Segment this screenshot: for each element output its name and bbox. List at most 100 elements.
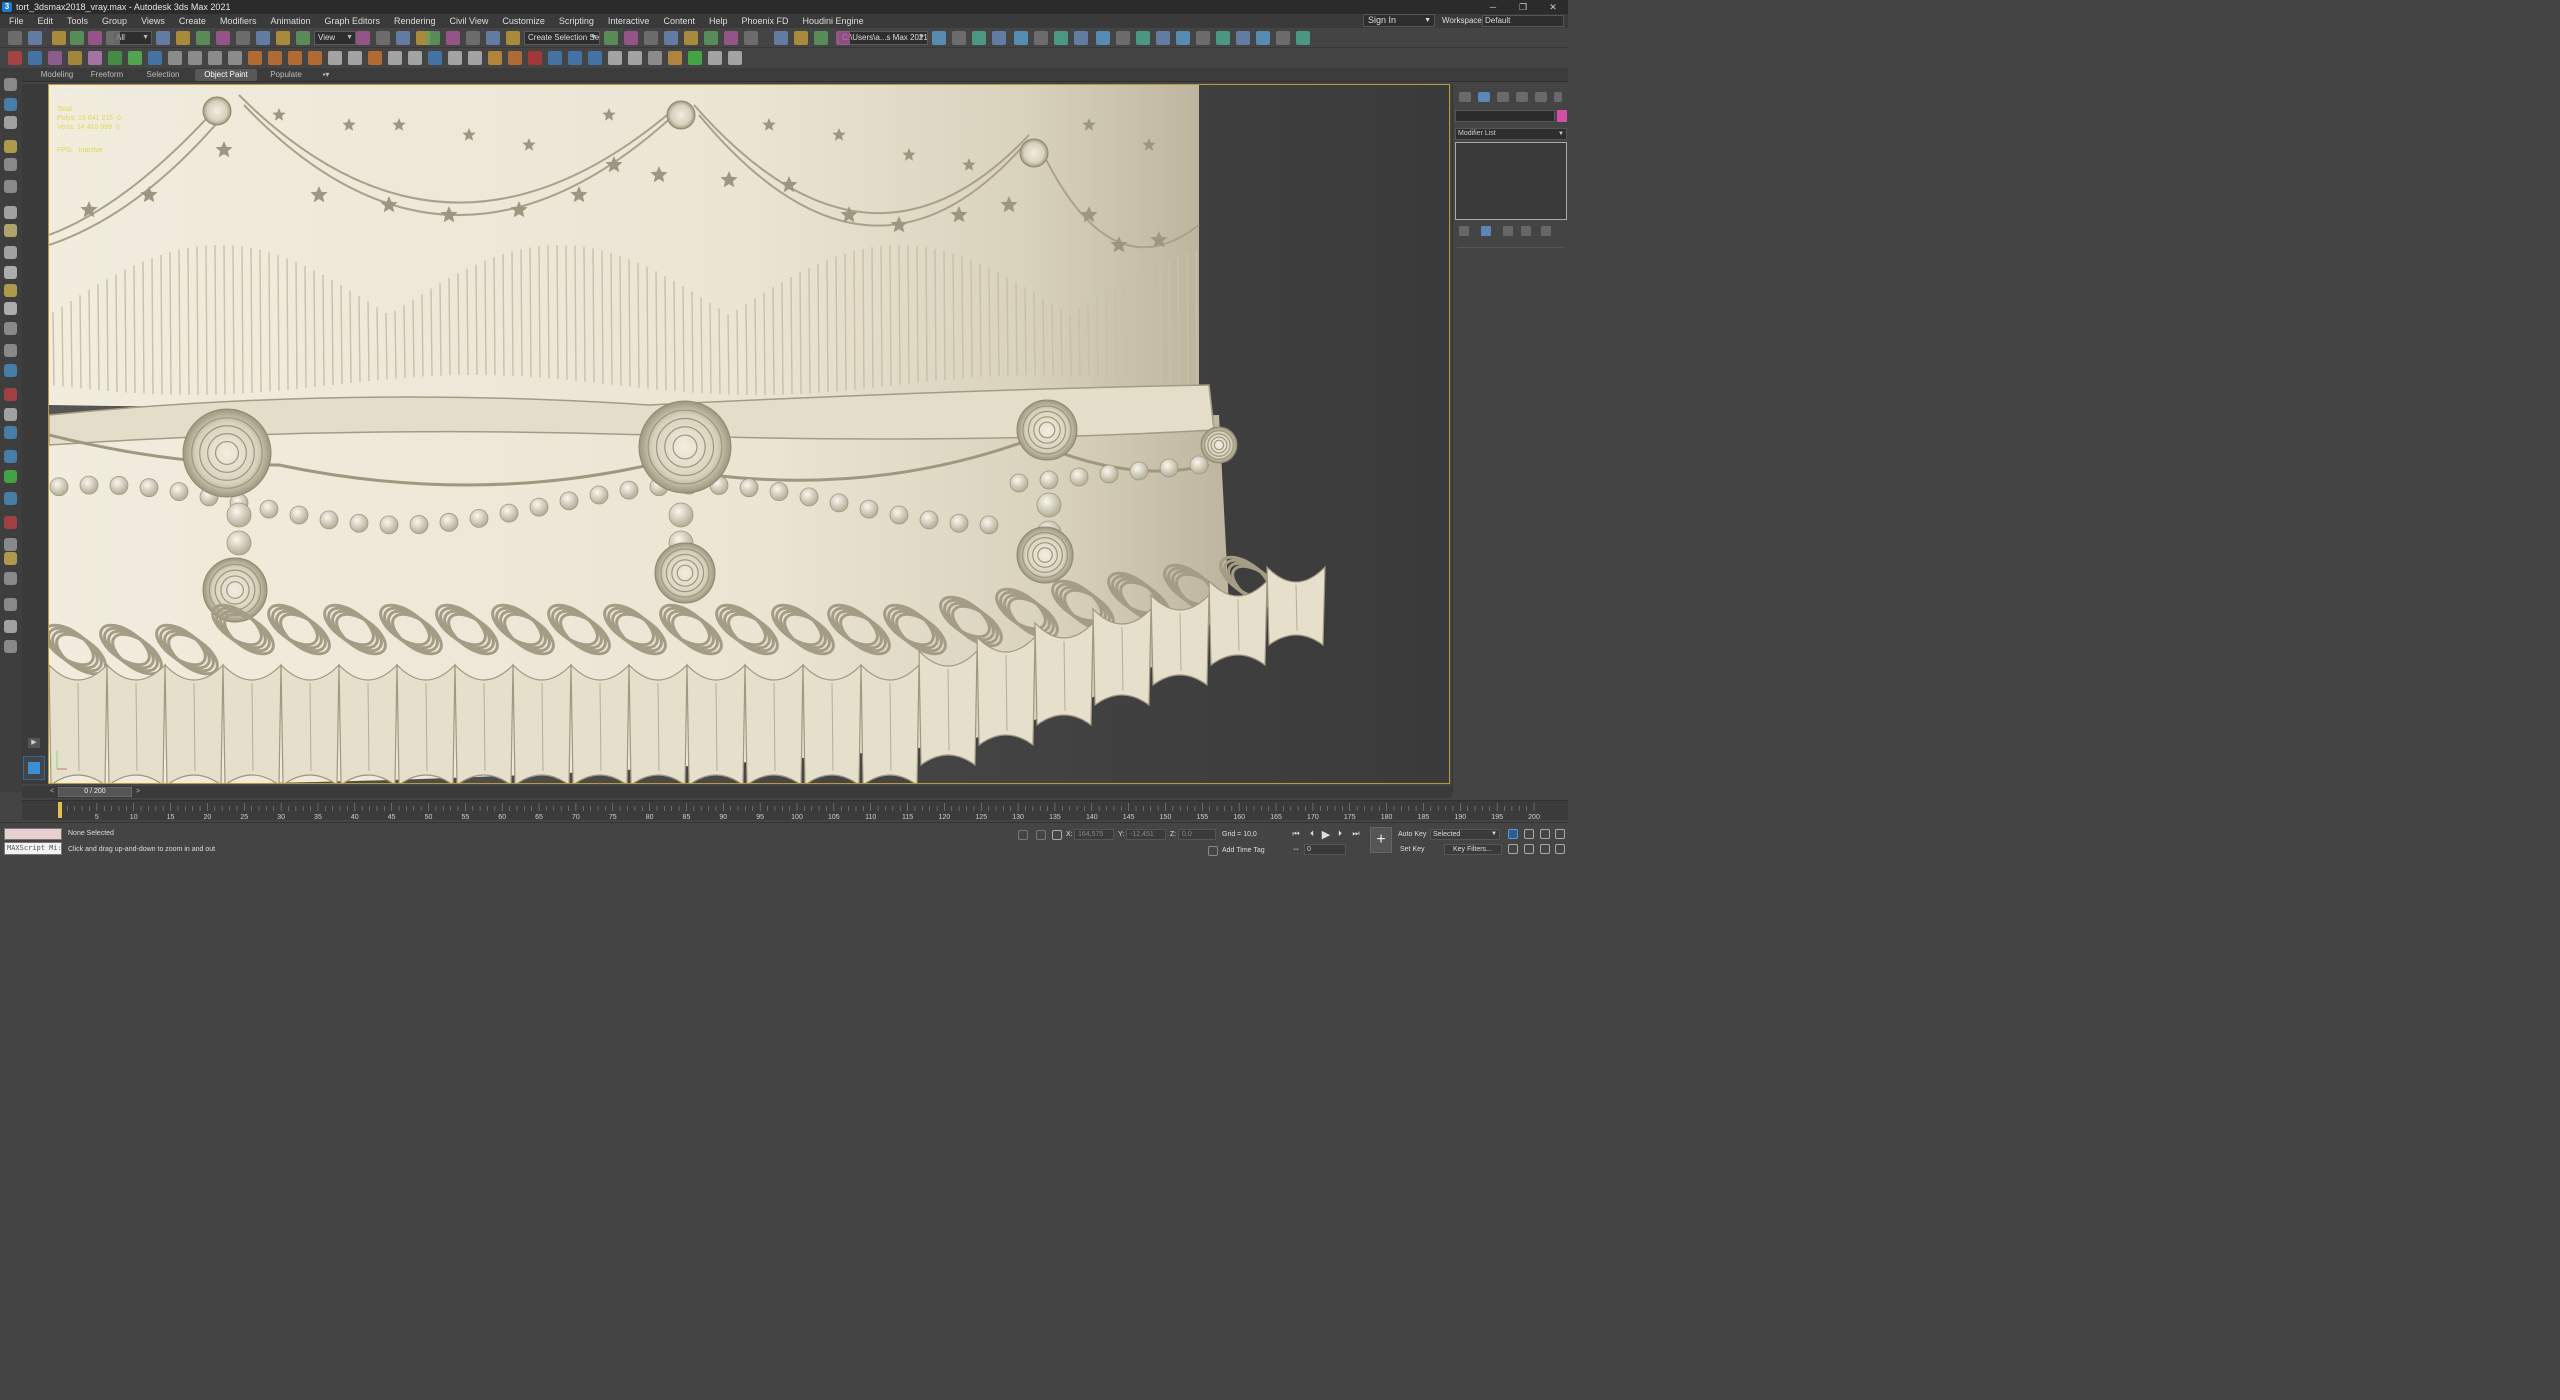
menu-graph-editors[interactable]: Graph Editors: [317, 16, 387, 26]
x-coord-field[interactable]: 164,575: [1074, 829, 1114, 840]
command-strip-tool-21-icon[interactable]: [4, 492, 17, 505]
tab-modeling[interactable]: Modeling: [32, 69, 82, 81]
align-icon[interactable]: [644, 31, 658, 45]
workspaces-dropdown[interactable]: Default: [1482, 15, 1564, 27]
command-strip-tool-2-icon[interactable]: [4, 98, 17, 111]
layer-explorer-icon[interactable]: [684, 31, 698, 45]
command-strip-tool-16-icon[interactable]: [4, 388, 17, 401]
toolbar2-tool-17-icon[interactable]: [328, 51, 342, 65]
toolbar2-tool-26-icon[interactable]: [508, 51, 522, 65]
toolbar2-tool-6-icon[interactable]: [108, 51, 122, 65]
snaps-icon[interactable]: [446, 31, 460, 45]
placement-icon[interactable]: [356, 31, 370, 45]
toolbar2-tool-16-icon[interactable]: [308, 51, 322, 65]
toolbar2-tool-22-icon[interactable]: [428, 51, 442, 65]
z-coord-field[interactable]: 0,0: [1178, 829, 1216, 840]
remove-modifier-icon[interactable]: [1521, 226, 1531, 236]
ref-coord-icon[interactable]: [376, 31, 390, 45]
toolbar2-tool-28-icon[interactable]: [548, 51, 562, 65]
plugin-tool-19-icon[interactable]: [1296, 31, 1310, 45]
menu-animation[interactable]: Animation: [263, 16, 317, 26]
command-strip-tool-9-icon[interactable]: [4, 246, 17, 259]
absolute-mode-icon[interactable]: [1052, 830, 1062, 840]
plugin-tool-11-icon[interactable]: [1136, 31, 1150, 45]
menu-group[interactable]: Group: [95, 16, 134, 26]
time-slider-prev-button[interactable]: <: [48, 786, 56, 798]
named-selection-dropdown[interactable]: Create Selection Se ▼: [524, 31, 600, 45]
command-strip-tool-19-icon[interactable]: [4, 450, 17, 463]
viewport-layout-button[interactable]: [23, 756, 45, 780]
command-strip-tool-4-icon[interactable]: [4, 140, 17, 153]
y-coord-field[interactable]: -12,451: [1126, 829, 1166, 840]
menu-phoenix-fd[interactable]: Phoenix FD: [735, 16, 796, 26]
command-strip-tool-22-icon[interactable]: [4, 516, 17, 529]
make-unique-icon[interactable]: [1503, 226, 1513, 236]
menu-interactive[interactable]: Interactive: [601, 16, 657, 26]
expand-icon[interactable]: ▶: [28, 738, 40, 748]
toolbar2-tool-15-icon[interactable]: [288, 51, 302, 65]
redo-icon[interactable]: [28, 31, 42, 45]
pan-icon[interactable]: [1524, 844, 1534, 854]
keyboard-shortcut-icon[interactable]: [426, 31, 440, 45]
scene-explorer-icon[interactable]: [664, 31, 678, 45]
command-strip-tool-17-icon[interactable]: [4, 408, 17, 421]
menu-rendering[interactable]: Rendering: [387, 16, 443, 26]
utilities-tab-icon[interactable]: [1554, 92, 1562, 102]
field-of-view-icon[interactable]: [1508, 844, 1518, 854]
sign-in-dropdown[interactable]: Sign In ▼: [1363, 14, 1435, 27]
maximize-viewport-icon[interactable]: [1555, 844, 1565, 854]
menu-views[interactable]: Views: [134, 16, 172, 26]
unlink-icon[interactable]: [70, 31, 84, 45]
command-strip-tool-23-icon[interactable]: [4, 538, 17, 551]
command-strip-tool-7-icon[interactable]: [4, 206, 17, 219]
previous-frame-icon[interactable]: ⏴: [1306, 829, 1318, 839]
hierarchy-tab-icon[interactable]: [1497, 92, 1509, 102]
toolbar2-tool-25-icon[interactable]: [488, 51, 502, 65]
selection-lock-icon[interactable]: [1036, 830, 1046, 840]
command-strip-tool-18-icon[interactable]: [4, 426, 17, 439]
command-strip-tool-26-icon[interactable]: [4, 598, 17, 611]
go-to-start-icon[interactable]: ⏮: [1290, 829, 1302, 839]
command-strip-tool-10-icon[interactable]: [4, 266, 17, 279]
orbit-icon[interactable]: [1540, 844, 1550, 854]
plugin-tool-4-icon[interactable]: [992, 31, 1006, 45]
track-bar[interactable]: 5 10 15 20 25 30 35 40 45 50 55 60 65 70 75 80 85 90 95 100…: [22, 800, 1568, 821]
time-slider-next-button[interactable]: >: [134, 786, 142, 798]
toolbar2-tool-30-icon[interactable]: [588, 51, 602, 65]
set-key-button[interactable]: Set Key: [1400, 846, 1425, 853]
edit-named-sel-icon[interactable]: [604, 31, 618, 45]
command-strip-tool-8-icon[interactable]: [4, 224, 17, 237]
command-strip-tool-3-icon[interactable]: [4, 116, 17, 129]
command-strip-tool-1-icon[interactable]: [4, 78, 17, 91]
filter-icon[interactable]: [156, 31, 170, 45]
menu-scripting[interactable]: Scripting: [552, 16, 601, 26]
menu-edit[interactable]: Edit: [31, 16, 61, 26]
toolbar2-tool-14-icon[interactable]: [268, 51, 282, 65]
plugin-tool-16-icon[interactable]: [1236, 31, 1250, 45]
toolbar2-tool-4-icon[interactable]: [68, 51, 82, 65]
menu-civil-view[interactable]: Civil View: [443, 16, 496, 26]
zoom-extents-icon[interactable]: [1540, 829, 1550, 839]
rect-selection-icon[interactable]: [216, 31, 230, 45]
toolbar2-tool-27-icon[interactable]: [528, 51, 542, 65]
menu-content[interactable]: Content: [656, 16, 702, 26]
isolate-selection-icon[interactable]: [1018, 830, 1028, 840]
select-object-icon[interactable]: [176, 31, 190, 45]
menu-tools[interactable]: Tools: [60, 16, 95, 26]
menu-houdini-engine[interactable]: Houdini Engine: [796, 16, 871, 26]
command-strip-tool-27-icon[interactable]: [4, 620, 17, 633]
toolbar2-tool-13-icon[interactable]: [248, 51, 262, 65]
link-icon[interactable]: [52, 31, 66, 45]
pivot-icon[interactable]: [396, 31, 410, 45]
object-name-field[interactable]: [1455, 110, 1555, 122]
toolbar2-tool-1-icon[interactable]: [8, 51, 22, 65]
menu-file[interactable]: File: [0, 16, 31, 26]
object-color-swatch[interactable]: [1557, 110, 1567, 122]
toolbar2-tool-5-icon[interactable]: [88, 51, 102, 65]
toolbar2-tool-8-icon[interactable]: [148, 51, 162, 65]
toolbar2-tool-19-icon[interactable]: [368, 51, 382, 65]
maxscript-mini-listener[interactable]: MAXScript Mi:: [4, 842, 62, 855]
plugin-tool-7-icon[interactable]: [1054, 31, 1068, 45]
plugin-tool-5-icon[interactable]: [1014, 31, 1028, 45]
command-strip-tool-12-icon[interactable]: [4, 302, 17, 315]
